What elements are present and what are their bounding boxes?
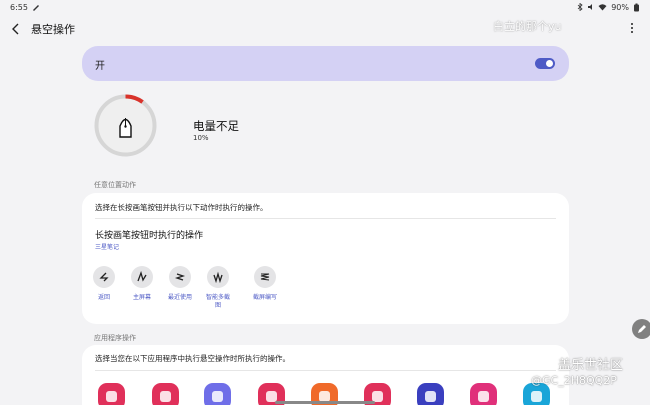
battery-percent: 90% (611, 2, 629, 12)
edit-floating-button[interactable] (632, 319, 650, 339)
watermark-user-id: @GC_2H8QQ2P (531, 374, 617, 387)
divider (95, 370, 556, 371)
section-title-anywhere: 任意位置动作 (94, 181, 136, 189)
action-label: 返回 (97, 294, 110, 301)
app-glyph (160, 391, 171, 402)
pen-status-icon (32, 5, 39, 11)
divider (95, 218, 556, 219)
back-gesture-icon (93, 266, 115, 288)
app-glyph (106, 391, 117, 402)
home-gesture-icon (131, 266, 153, 288)
app-glyph (531, 391, 542, 402)
smart-select-gesture-icon (207, 266, 229, 288)
battery-status-level: 10% (193, 134, 209, 142)
bluetooth-icon (577, 3, 583, 11)
status-time: 6:55 (10, 2, 28, 12)
recents-gesture-icon (169, 266, 191, 288)
mute-icon (588, 4, 593, 10)
media-app-icon[interactable] (470, 383, 497, 405)
action-back[interactable]: 返回 (84, 266, 124, 302)
battery-icon (634, 3, 639, 11)
master-toggle[interactable] (535, 58, 555, 69)
action-screen-write[interactable]: 截屏编写 (245, 266, 285, 302)
long-press-value: 三星笔记 (95, 244, 120, 251)
action-label: 最近使用 (167, 294, 192, 301)
watermark-site: 盖乐世社区 (558, 358, 624, 373)
action-label: 截屏编写 (252, 294, 277, 301)
back-arrow-icon[interactable] (11, 23, 21, 35)
section-title-apps: 应用程序操作 (94, 334, 136, 342)
action-recents[interactable]: 最近使用 (160, 266, 200, 302)
internet-app-icon[interactable] (204, 383, 231, 405)
action-home[interactable]: 主屏幕 (122, 266, 162, 302)
long-press-title: 长按画笔按钮时执行的操作 (95, 231, 204, 241)
video-app-icon[interactable] (417, 383, 444, 405)
action-label: 智能多截图 (205, 294, 230, 309)
watermark-username: 白立的那个yu (493, 20, 562, 33)
app-actions-description: 选择当您在以下应用程序中执行悬空操作时所执行的操作。 (95, 354, 290, 363)
s-pen-battery-gauge (94, 94, 157, 157)
app-glyph (212, 391, 223, 402)
toggle-knob (546, 60, 553, 67)
long-press-setting[interactable]: 长按画笔按钮时执行的操作 三星笔记 (82, 220, 569, 251)
wifi-icon (598, 4, 607, 11)
action-smart-select[interactable]: 智能多截图 (198, 266, 238, 310)
camera-app-icon[interactable] (98, 383, 125, 405)
page-title: 悬空操作 (31, 23, 75, 36)
master-switch-label: 开 (95, 61, 105, 72)
status-bar: 6:55 90% (0, 0, 650, 14)
anywhere-actions-card: 选择在长按画笔按钮并执行以下动作时执行的操作。 长按画笔按钮时执行的操作 三星笔… (82, 193, 569, 324)
gallery-app-icon[interactable] (152, 383, 179, 405)
app-glyph (478, 391, 489, 402)
screen-write-gesture-icon (254, 266, 276, 288)
navigation-handle[interactable] (275, 401, 375, 404)
master-switch-bar[interactable]: 开 (82, 46, 569, 81)
battery-status-title: 电量不足 (193, 119, 239, 133)
more-options-icon[interactable] (628, 22, 636, 34)
pencil-icon (638, 325, 646, 333)
anywhere-actions-description: 选择在长按画笔按钮并执行以下动作时执行的操作。 (95, 203, 268, 212)
app-glyph (425, 391, 436, 402)
action-label: 主屏幕 (132, 294, 151, 301)
